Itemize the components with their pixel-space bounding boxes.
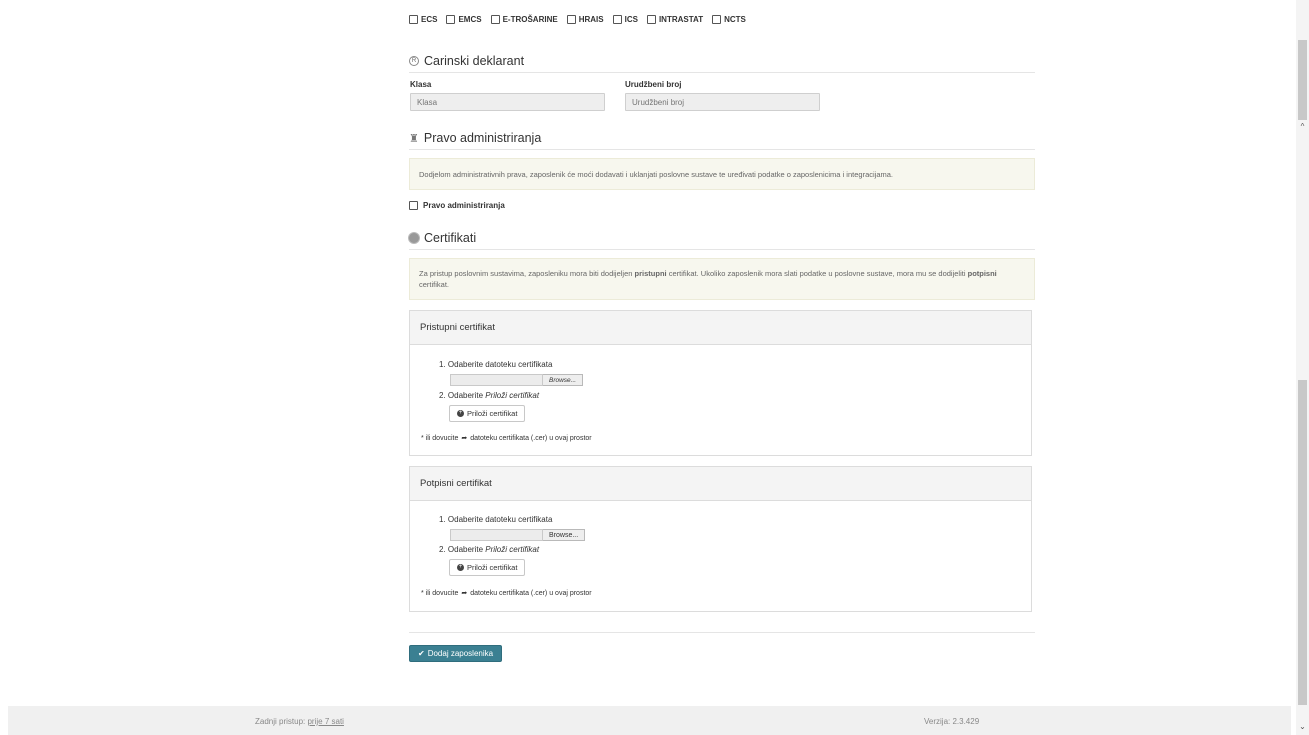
signature-certificate-panel[interactable]: Potpisni certifikat 1. Odaberite datotek…: [409, 466, 1032, 612]
browse-button[interactable]: Browse...: [543, 529, 586, 541]
certificates-notice: Za pristup poslovnim sustavima, zaposlen…: [409, 258, 1035, 300]
share-arrow-icon: ➦: [461, 590, 468, 597]
add-employee-button[interactable]: ✔ Dodaj zaposlenika: [409, 645, 503, 662]
last-access: Zadnji pristup: prije 7 sati: [255, 717, 344, 726]
drop-hint: * ili dovucite ➦ datoteku certifikata (.…: [421, 589, 592, 598]
system-checkbox-e-trosarine[interactable]: E-TROŠARINE: [490, 15, 558, 24]
last-access-link[interactable]: prije 7 sati: [307, 717, 343, 726]
scroll-up-icon[interactable]: ^: [1296, 122, 1309, 131]
klasa-input[interactable]: [410, 93, 605, 111]
step-select-file: 1. Odaberite datoteku certifikata: [439, 360, 553, 369]
checkbox[interactable]: [490, 15, 500, 24]
plus-circle-icon: +: [457, 410, 464, 417]
browse-button[interactable]: Browse...: [543, 374, 584, 386]
file-input[interactable]: Browse...: [450, 529, 586, 541]
drop-hint: * ili dovucite ➦ datoteku certifikata (.…: [421, 434, 592, 443]
klasa-label: Klasa: [410, 80, 432, 89]
file-input[interactable]: Browse...: [450, 374, 584, 386]
panel-title: Potpisni certifikat: [410, 467, 1031, 501]
file-input-field[interactable]: [450, 374, 543, 386]
system-checkbox-emcs[interactable]: EMCS: [446, 15, 482, 24]
panel-title: Pristupni certifikat: [410, 311, 1031, 345]
admin-notice: Dodjelom administrativnih prava, zaposle…: [409, 158, 1035, 190]
checkbox[interactable]: [612, 15, 622, 24]
divider: [409, 632, 1035, 633]
version-label: Verzija: 2.3.429: [924, 717, 980, 726]
checkbox[interactable]: [646, 15, 656, 24]
scroll-down-icon[interactable]: ⌄: [1296, 722, 1309, 731]
system-checkbox-ecs[interactable]: ECS: [409, 15, 437, 24]
scrollbar-thumb[interactable]: [1298, 40, 1307, 120]
plus-circle-icon: +: [457, 564, 464, 571]
checkbox[interactable]: [446, 15, 456, 24]
checkbox[interactable]: [712, 15, 722, 24]
step-select-file: 1. Odaberite datoteku certifikata: [439, 515, 553, 524]
system-checkbox-ncts[interactable]: NCTS: [712, 15, 746, 24]
rook-icon: ♜: [409, 132, 419, 145]
attach-certificate-button[interactable]: + Priloži certifikat: [449, 559, 526, 576]
urudzbeni-input[interactable]: [625, 93, 820, 111]
checkmark-icon: ✔: [418, 649, 425, 658]
step-attach: 2. Odaberite Priloži certifikat: [439, 545, 540, 554]
access-certificate-panel[interactable]: Pristupni certifikat 1. Odaberite datote…: [409, 310, 1032, 456]
gear-icon: [409, 233, 419, 243]
system-checkbox-intrastat[interactable]: INTRASTAT: [646, 15, 703, 24]
urudzbeni-label: Urudžbeni broj: [625, 80, 682, 89]
section-title-certificates: Certifikati: [409, 231, 1035, 250]
share-arrow-icon: ➦: [461, 435, 468, 442]
admin-right-checkbox[interactable]: Pravo administriranja: [409, 201, 505, 210]
footer: Zadnji pristup: prije 7 sati Verzija: 2.…: [8, 706, 1291, 735]
step-attach: 2. Odaberite Priloži certifikat: [439, 391, 540, 400]
system-checkbox-hrais[interactable]: HRAIS: [566, 15, 604, 24]
business-systems-row: ECS EMCS E-TROŠARINE HRAIS ICS INTRASTAT…: [409, 15, 750, 24]
section-title-admin: ♜ Pravo administriranja: [409, 131, 1035, 150]
checkbox[interactable]: [409, 15, 418, 24]
attach-certificate-button[interactable]: + Priloži certifikat: [449, 405, 526, 422]
scrollbar-track-segment[interactable]: [1298, 380, 1307, 705]
file-input-field[interactable]: [450, 529, 543, 541]
system-checkbox-ics[interactable]: ICS: [612, 15, 638, 24]
section-title-customs: R Carinski deklarant: [409, 54, 1035, 73]
registered-icon: R: [409, 56, 419, 66]
scrollbar[interactable]: ^ ⌄: [1296, 0, 1309, 735]
checkbox[interactable]: [409, 201, 418, 210]
checkbox[interactable]: [566, 15, 576, 24]
